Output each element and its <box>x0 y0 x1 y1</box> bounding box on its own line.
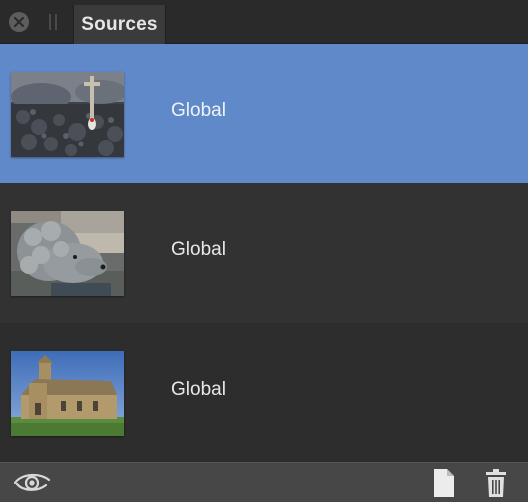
close-panel-button[interactable] <box>9 12 29 32</box>
close-icon <box>14 17 24 27</box>
new-document-icon <box>434 469 454 497</box>
visibility-button[interactable] <box>13 471 51 495</box>
delete-source-button[interactable] <box>485 468 507 498</box>
sources-panel: Sources Global Global Global <box>0 0 528 502</box>
source-row[interactable]: Global <box>0 183 528 323</box>
drag-handle[interactable] <box>49 14 57 30</box>
source-row[interactable]: Global <box>0 323 528 462</box>
tab-sources[interactable]: Sources <box>73 5 166 44</box>
panel-toolbar <box>0 462 528 502</box>
trash-icon <box>486 469 506 497</box>
source-label: Global <box>171 100 226 121</box>
add-source-button[interactable] <box>432 468 456 498</box>
source-thumbnail <box>11 72 124 157</box>
tab-label: Sources <box>81 13 158 35</box>
source-thumbnail <box>11 211 124 296</box>
panel-header: Sources <box>0 0 528 44</box>
source-label: Global <box>171 379 226 400</box>
eye-icon <box>13 473 51 491</box>
source-row[interactable]: Global <box>0 44 528 183</box>
source-thumbnail <box>11 351 124 436</box>
source-label: Global <box>171 239 226 260</box>
